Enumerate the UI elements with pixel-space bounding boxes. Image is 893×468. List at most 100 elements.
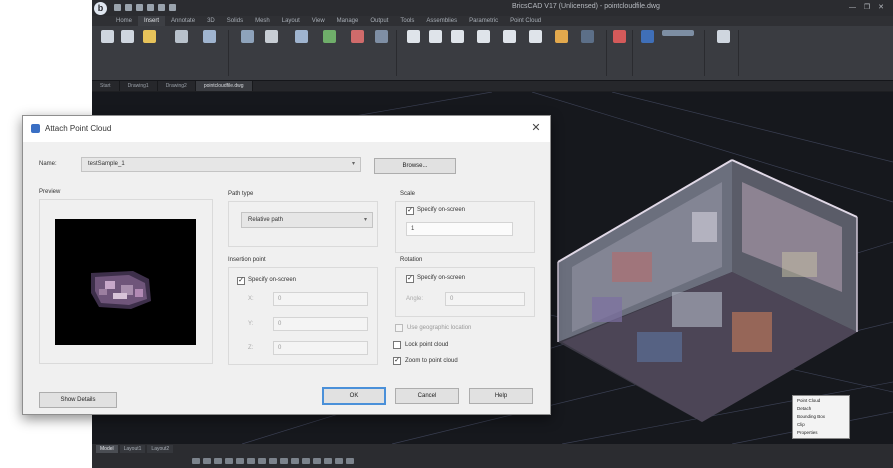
ribbon-button[interactable] <box>658 30 698 56</box>
ribbon-button[interactable] <box>172 30 190 56</box>
layout-tab-layout2[interactable]: Layout2 <box>147 445 174 453</box>
point-cloud-icon <box>31 124 40 133</box>
ribbon-tab-annotate[interactable]: Annotate <box>165 16 201 26</box>
doc-tab-pointcloudfile[interactable]: pointcloudfile.dwg <box>195 81 253 91</box>
dynamic-input-icon[interactable] <box>291 458 299 464</box>
name-combobox[interactable]: testSample_1 ▾ <box>81 157 361 172</box>
ribbon-button[interactable] <box>404 30 422 56</box>
snap-icon[interactable] <box>192 458 200 464</box>
rt-icon[interactable] <box>313 458 321 464</box>
insertion-x-field[interactable]: 0 <box>273 292 368 306</box>
chevron-down-icon: ▾ <box>351 161 355 167</box>
lock-ui-icon[interactable] <box>335 458 343 464</box>
rotation-specify-checkbox[interactable]: ✓ <box>406 275 414 283</box>
ribbon-button[interactable] <box>320 30 338 56</box>
ribbon-button[interactable] <box>526 30 544 56</box>
context-menu-item[interactable]: Point Cloud <box>793 397 849 405</box>
ribbon-tab-layout[interactable]: Layout <box>276 16 306 26</box>
ribbon-button[interactable] <box>292 30 310 56</box>
hka-icon[interactable] <box>324 458 332 464</box>
zoom-to-point-cloud-checkbox[interactable]: ✓ <box>393 357 401 365</box>
close-icon[interactable]: ✕ <box>530 121 542 134</box>
ribbon-button[interactable] <box>578 30 596 56</box>
new-file-icon[interactable] <box>114 4 121 11</box>
app-logo-icon[interactable]: b <box>94 2 107 15</box>
ribbon-button[interactable] <box>118 30 136 56</box>
angle-field[interactable]: 0 <box>445 292 525 306</box>
ribbon-button[interactable] <box>448 30 466 56</box>
dynamic-ucs-icon[interactable] <box>280 458 288 464</box>
ribbon-button[interactable] <box>262 30 280 56</box>
scale-specify-checkbox[interactable]: ✓ <box>406 207 414 215</box>
insert-icon <box>120 30 134 43</box>
context-menu-item[interactable]: Clip <box>793 421 849 429</box>
scale-field[interactable]: 1 <box>406 222 513 236</box>
context-menu-item[interactable]: Detach <box>793 405 849 413</box>
lock-point-cloud-checkbox[interactable] <box>393 341 401 349</box>
context-menu-item[interactable]: Bounding Box <box>793 413 849 421</box>
path-type-dropdown[interactable]: Relative path ▾ <box>241 212 373 228</box>
rotation-specify-label: Specify on-screen <box>417 275 466 281</box>
print-icon[interactable] <box>147 4 154 11</box>
ribbon-button[interactable] <box>238 30 256 56</box>
layout-tab-model[interactable]: Model <box>96 445 118 453</box>
ribbon-button[interactable] <box>638 30 656 56</box>
annotation-icon[interactable] <box>346 458 354 464</box>
open-file-icon[interactable] <box>125 4 132 11</box>
ribbon-tab-assemblies[interactable]: Assemblies <box>420 16 463 26</box>
ribbon-button[interactable] <box>98 30 116 56</box>
ribbon-tab-3d[interactable]: 3D <box>201 16 221 26</box>
redo-icon[interactable] <box>169 4 176 11</box>
layout-tab-layout1[interactable]: Layout1 <box>119 445 146 453</box>
strack-icon[interactable] <box>247 458 255 464</box>
ribbon-tab-view[interactable]: View <box>306 16 331 26</box>
pdf-icon <box>450 30 464 43</box>
ribbon-button[interactable] <box>372 30 390 56</box>
help-button[interactable]: Help <box>469 388 533 404</box>
undo-icon[interactable] <box>158 4 165 11</box>
ribbon-tab-mesh[interactable]: Mesh <box>249 16 276 26</box>
doc-tab-start[interactable]: Start <box>92 81 120 91</box>
ribbon-tab-manage[interactable]: Manage <box>331 16 365 26</box>
ortho-icon[interactable] <box>214 458 222 464</box>
ribbon-tab-output[interactable]: Output <box>364 16 394 26</box>
ribbon-button[interactable] <box>552 30 570 56</box>
quad-icon[interactable] <box>302 458 310 464</box>
cancel-button[interactable]: Cancel <box>395 388 459 404</box>
polar-icon[interactable] <box>225 458 233 464</box>
save-icon[interactable] <box>136 4 143 11</box>
ribbon-button[interactable] <box>610 30 628 56</box>
path-type-value: Relative path <box>248 217 284 223</box>
z-label: Z: <box>248 345 254 351</box>
grid-icon[interactable] <box>203 458 211 464</box>
insertion-z-field[interactable]: 0 <box>273 341 368 355</box>
doc-tab-drawing1[interactable]: Drawing1 <box>120 81 158 91</box>
point-cloud-model[interactable] <box>557 159 858 422</box>
insertion-specify-checkbox[interactable]: ✓ <box>237 277 245 285</box>
lweight-icon[interactable] <box>258 458 266 464</box>
insertion-y-field[interactable]: 0 <box>273 317 368 331</box>
ribbon-tab-parametric[interactable]: Parametric <box>463 16 504 26</box>
ribbon-tab-solids[interactable]: Solids <box>221 16 249 26</box>
show-details-button[interactable]: Show Details <box>39 392 117 408</box>
ribbon-button[interactable] <box>200 30 218 56</box>
angle-label: Angle: <box>406 296 424 302</box>
ribbon-tab-home[interactable]: Home <box>110 16 138 26</box>
ok-button[interactable]: OK <box>322 387 386 405</box>
geo-location-checkbox[interactable] <box>395 324 403 332</box>
browse-button[interactable]: Browse... <box>374 158 456 174</box>
ribbon-tab-insert[interactable]: Insert <box>138 16 166 26</box>
ribbon-tab-point-cloud[interactable]: Point Cloud <box>504 16 547 26</box>
ribbon-tab-tools[interactable]: Tools <box>394 16 420 26</box>
esnap-icon[interactable] <box>236 458 244 464</box>
ribbon-button[interactable] <box>348 30 366 56</box>
doc-tab-drawing2[interactable]: Drawing2 <box>158 81 196 91</box>
ribbon-button[interactable] <box>474 30 492 56</box>
tile-icon[interactable] <box>269 458 277 464</box>
ribbon-button[interactable] <box>140 30 158 56</box>
ribbon-button[interactable] <box>500 30 518 56</box>
ribbon-button[interactable] <box>714 30 732 56</box>
window-controls[interactable]: — ❐ ✕ <box>849 3 887 11</box>
context-menu-item[interactable]: Properties <box>793 429 849 437</box>
ribbon-button[interactable] <box>426 30 444 56</box>
